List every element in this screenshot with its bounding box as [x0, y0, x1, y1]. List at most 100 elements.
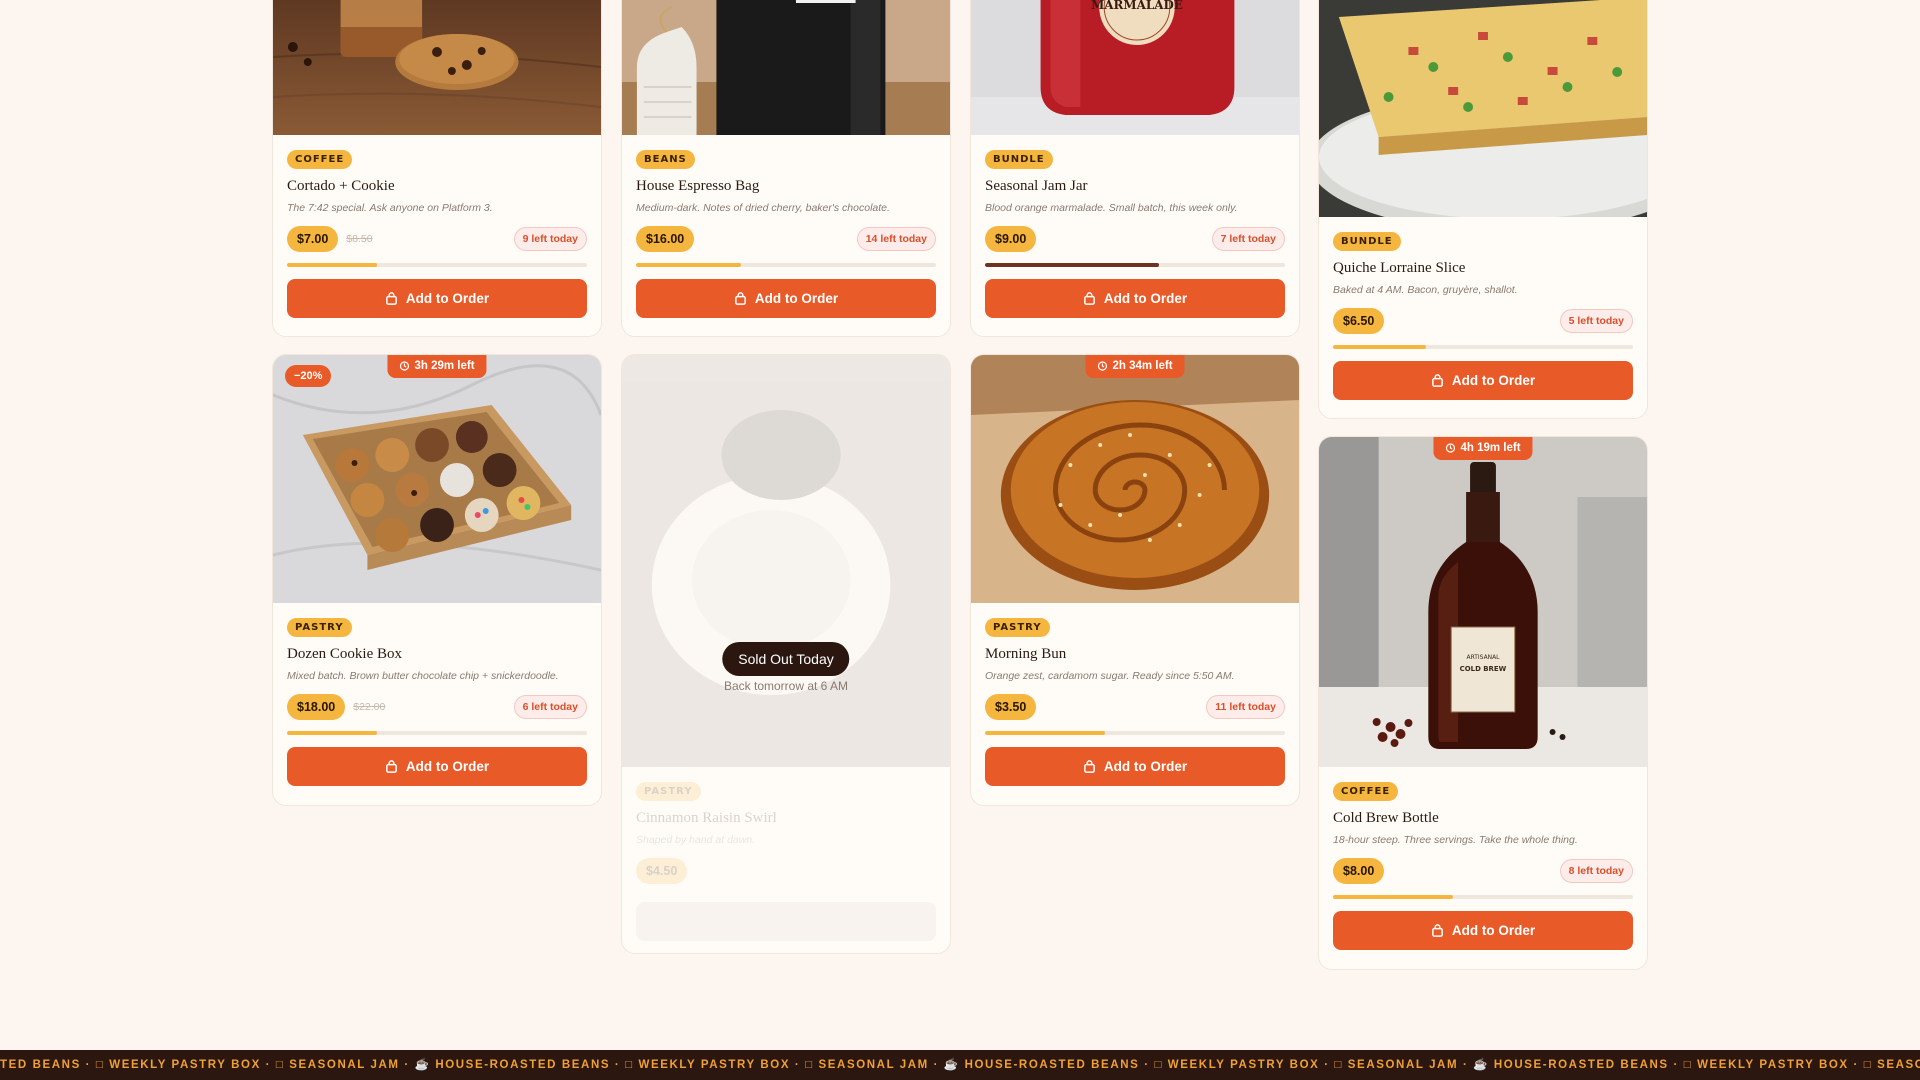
ticker-separator: · □: [1848, 1059, 1878, 1071]
shopping-bag-icon: [385, 292, 398, 305]
timer-label: 4h 19m left: [1460, 442, 1521, 454]
category-tag: BUNDLE: [985, 150, 1053, 169]
ticker-item: SEASONAL JAM: [1877, 1059, 1920, 1071]
product-description: The 7:42 special. Ask anyone on Platform…: [287, 202, 493, 214]
add-to-order-label: Add to Order: [405, 759, 490, 774]
ticker-separator: · □: [610, 1059, 639, 1071]
category-tag: COFFEE: [1333, 782, 1399, 801]
product-title: Morning Bun: [985, 646, 1067, 662]
product-description: 18-hour steep. Three servings. Take the …: [1333, 834, 1578, 846]
product-image-jam: MARMALADE: [971, 0, 1299, 135]
ticker-separator: · □: [1319, 1059, 1348, 1071]
product-image-cortado: [273, 0, 601, 135]
add-to-order-label: Add to Order: [1103, 291, 1188, 306]
add-to-order-label: Add to Order: [405, 291, 490, 306]
product-description: Blood orange marmalade. Small batch, thi…: [985, 202, 1238, 214]
ticker-separator: · □: [80, 1059, 110, 1071]
ticker-item: WEEKLY PASTRY BOX: [638, 1059, 791, 1071]
ticker-separator: · ☕: [1458, 1059, 1494, 1071]
product-card-coldbrew: ARTISANAL COLD BREW 4h 19m left COFFEE C…: [1318, 436, 1648, 970]
stock-left-badge: 6 left today: [513, 695, 587, 719]
price-badge: $18.00: [287, 694, 346, 720]
product-title: Seasonal Jam Jar: [985, 178, 1088, 194]
product-description: Baked at 4 AM. Bacon, gruyère, shallot.: [1333, 284, 1518, 296]
add-to-order-button[interactable]: Add to Order: [287, 279, 587, 318]
product-image-cookiebox: −20% 3h 29m left: [273, 355, 601, 603]
price-badge: $8.00: [1333, 858, 1385, 884]
stock-progress-bar: [287, 731, 587, 735]
bottle-label-line1: ARTISANAL: [1467, 654, 1501, 661]
product-card-cookiebox: −20% 3h 29m left PASTRY Dozen Cookie Box…: [272, 354, 602, 806]
product-description: Mixed batch. Brown butter chocolate chip…: [287, 670, 559, 682]
category-tag: BUNDLE: [1333, 232, 1401, 251]
ticker-item: HOUSE-ROASTED BEANS: [435, 1059, 611, 1071]
stock-left-badge: 11 left today: [1206, 695, 1285, 719]
stock-progress-bar: [636, 263, 936, 267]
product-card-soldout: PASTRY Cinnamon Raisin Swirl Shaped by h…: [621, 354, 951, 954]
product-card-espresso: BEANS House Espresso Bag Medium-dark. No…: [621, 0, 951, 337]
ticker-item: TED BEANS: [0, 1059, 81, 1071]
stock-progress-bar: [287, 263, 587, 267]
ticker-separator: · ☕: [399, 1059, 436, 1071]
add-to-order-label: Add to Order: [1451, 923, 1536, 938]
shopping-bag-icon: [385, 760, 398, 773]
old-price: $8.50: [346, 233, 373, 245]
product-card-jam: MARMALADE BUNDLE Seasonal Jam Jar Blood …: [970, 0, 1300, 337]
clock-icon: [1445, 443, 1456, 453]
stock-progress-bar: [985, 731, 1285, 735]
add-to-order-button[interactable]: Add to Order: [985, 747, 1285, 786]
shopping-bag-icon: [1431, 924, 1444, 937]
ticker-item: WEEKLY PASTRY BOX: [1167, 1059, 1320, 1071]
ticker-separator: · □: [790, 1059, 819, 1071]
price-badge: $7.00: [287, 226, 339, 252]
ticker-item: WEEKLY PASTRY BOX: [109, 1059, 261, 1071]
sold-out-badge: Sold Out Today: [722, 642, 850, 676]
price-badge: $16.00: [636, 226, 695, 252]
category-tag: COFFEE: [287, 150, 353, 169]
bottle-label-line2: COLD BREW: [1460, 665, 1507, 673]
product-title: Cold Brew Bottle: [1333, 810, 1439, 826]
add-to-order-button[interactable]: Add to Order: [636, 279, 936, 318]
shopping-bag-icon: [1431, 374, 1444, 387]
add-to-order-label: Add to Order: [754, 291, 839, 306]
ticker-item: SEASONAL JAM: [1347, 1059, 1459, 1071]
product-title: Cortado + Cookie: [287, 178, 395, 194]
ticker-item: HOUSE-ROASTED BEANS: [964, 1059, 1140, 1071]
add-to-order-label: Add to Order: [1451, 373, 1536, 388]
product-image-espresso: [622, 0, 950, 135]
stock-left-badge: 9 left today: [513, 227, 587, 251]
old-price: $22.00: [353, 701, 386, 713]
price-badge: $6.50: [1333, 308, 1385, 334]
add-to-order-button[interactable]: Add to Order: [1333, 361, 1633, 400]
add-to-order-button[interactable]: Add to Order: [985, 279, 1285, 318]
stock-progress-bar: [1333, 895, 1633, 899]
product-image-coldbrew: ARTISANAL COLD BREW 4h 19m left: [1319, 437, 1647, 767]
product-title: Quiche Lorraine Slice: [1333, 260, 1466, 276]
ticker-item: SEASONAL JAM: [818, 1059, 929, 1071]
restock-note: Back tomorrow at 6 AM: [723, 679, 849, 693]
product-description: Medium-dark. Notes of dried cherry, bake…: [636, 202, 890, 214]
ticker-item: SEASONAL JAM: [289, 1059, 400, 1071]
category-tag: BEANS: [636, 150, 695, 169]
add-to-order-button[interactable]: Add to Order: [1333, 911, 1633, 950]
stock-left-badge: 8 left today: [1559, 859, 1633, 883]
product-card-bun: 2h 34m left PASTRY Morning Bun Orange ze…: [970, 354, 1300, 806]
product-image-quiche: [1319, 0, 1647, 217]
ticker-item: WEEKLY PASTRY BOX: [1697, 1059, 1849, 1071]
clock-icon: [1097, 361, 1108, 371]
sold-out-overlay: Sold Out Today Back tomorrow at 6 AM: [622, 355, 950, 953]
product-card-quiche: BUNDLE Quiche Lorraine Slice Baked at 4 …: [1318, 0, 1648, 419]
add-to-order-label: Add to Order: [1103, 759, 1188, 774]
ticker-separator: · □: [1668, 1059, 1698, 1071]
add-to-order-button[interactable]: Add to Order: [287, 747, 587, 786]
countdown-timer: 2h 34m left: [1085, 355, 1185, 378]
countdown-timer: 3h 29m left: [387, 355, 487, 378]
product-description: Orange zest, cardamom sugar. Ready since…: [985, 670, 1235, 682]
countdown-timer: 4h 19m left: [1433, 437, 1533, 460]
discount-badge: −20%: [285, 365, 332, 387]
shopping-bag-icon: [1083, 760, 1096, 773]
shopping-bag-icon: [734, 292, 747, 305]
jar-label-text: MARMALADE: [1091, 0, 1183, 12]
ticker-separator: · □: [1139, 1059, 1168, 1071]
ticker-separator: · ☕: [928, 1059, 965, 1071]
